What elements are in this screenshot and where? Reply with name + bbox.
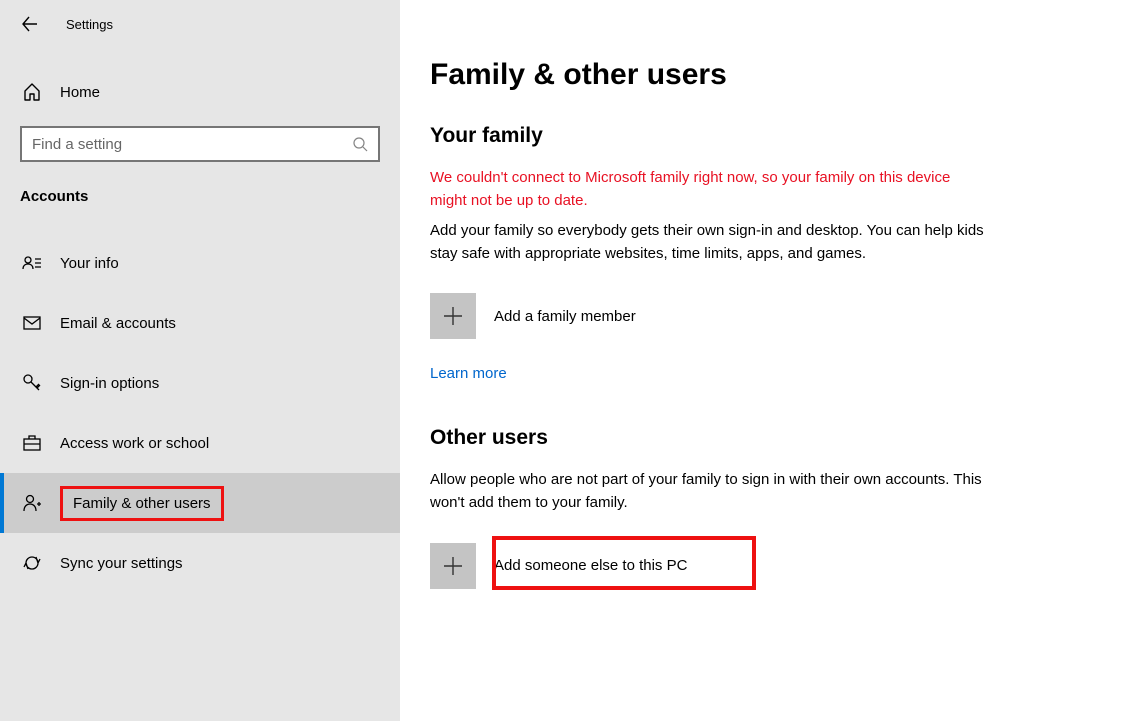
key-icon (22, 373, 42, 393)
plus-icon (430, 543, 476, 589)
search-input[interactable] (32, 136, 352, 153)
home-nav-item[interactable]: Home (0, 68, 400, 116)
family-section-title: Your family (430, 124, 1098, 148)
main-content: Family & other users Your family We coul… (400, 0, 1128, 721)
search-box[interactable] (20, 126, 380, 162)
nav-items: Your info Email & accounts Sign-in optio… (0, 233, 400, 593)
learn-more-link[interactable]: Learn more (430, 365, 507, 382)
sidebar-item-your-info[interactable]: Your info (0, 233, 400, 293)
add-family-label: Add a family member (494, 308, 636, 325)
sidebar-item-family-other-users[interactable]: Family & other users (0, 473, 400, 533)
nav-label: Your info (60, 255, 119, 272)
add-someone-else-label: Add someone else to this PC (494, 557, 687, 574)
sidebar-item-email-accounts[interactable]: Email & accounts (0, 293, 400, 353)
nav-label: Sign-in options (60, 375, 159, 392)
other-users-description: Allow people who are not part of your fa… (430, 468, 990, 515)
nav-label: Family & other users (60, 486, 224, 521)
other-users-section-title: Other users (430, 426, 1098, 450)
home-icon (22, 82, 42, 102)
category-label: Accounts (0, 162, 400, 215)
sidebar-header: Settings (0, 0, 400, 48)
sidebar: Settings Home Accounts Your info Email &… (0, 0, 400, 721)
back-arrow-icon[interactable] (22, 16, 38, 32)
briefcase-icon (22, 433, 42, 453)
mail-icon (22, 313, 42, 333)
nav-label: Access work or school (60, 435, 209, 452)
search-icon (352, 136, 368, 152)
app-title: Settings (66, 17, 113, 32)
user-card-icon (22, 253, 42, 273)
home-label: Home (60, 84, 100, 101)
nav-label: Sync your settings (60, 555, 183, 572)
sync-icon (22, 553, 42, 573)
family-description: Add your family so everybody gets their … (430, 219, 990, 266)
family-warning-text: We couldn't connect to Microsoft family … (430, 166, 990, 213)
sidebar-item-signin-options[interactable]: Sign-in options (0, 353, 400, 413)
add-family-member-button[interactable]: Add a family member (430, 293, 1098, 339)
plus-icon (430, 293, 476, 339)
page-title: Family & other users (430, 58, 1098, 92)
sidebar-item-access-work[interactable]: Access work or school (0, 413, 400, 473)
nav-label: Email & accounts (60, 315, 176, 332)
sidebar-item-sync-settings[interactable]: Sync your settings (0, 533, 400, 593)
add-someone-else-button[interactable]: Add someone else to this PC (430, 543, 1098, 589)
user-plus-icon (22, 493, 42, 513)
